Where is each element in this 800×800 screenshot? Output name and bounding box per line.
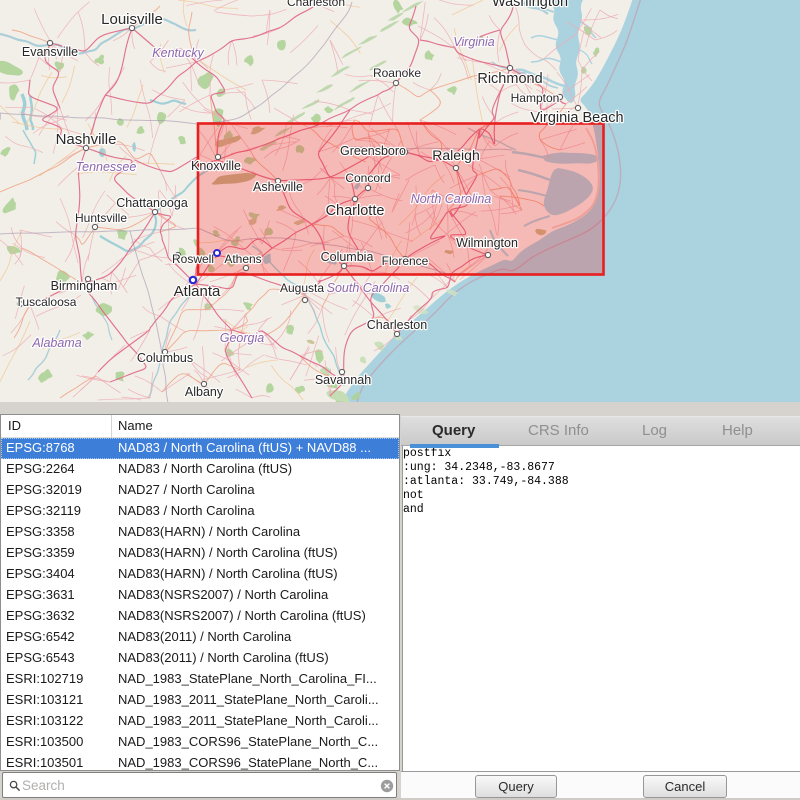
svg-text:Atlanta: Atlanta bbox=[174, 283, 221, 300]
svg-text:Birmingham: Birmingham bbox=[51, 279, 118, 293]
svg-text:Columbia: Columbia bbox=[321, 250, 374, 264]
svg-text:Virginia: Virginia bbox=[453, 35, 495, 49]
svg-text:Washington: Washington bbox=[492, 0, 568, 10]
svg-text:Huntsville: Huntsville bbox=[75, 211, 127, 225]
svg-text:Tennessee: Tennessee bbox=[76, 160, 137, 174]
svg-text:Louisville: Louisville bbox=[101, 11, 163, 28]
svg-text:Nashville: Nashville bbox=[56, 131, 117, 148]
svg-text:Wilmington: Wilmington bbox=[456, 236, 518, 250]
svg-text:Albany: Albany bbox=[185, 385, 224, 399]
svg-text:Roswell: Roswell bbox=[172, 252, 214, 266]
svg-text:Columbus: Columbus bbox=[137, 351, 193, 365]
svg-text:Tuscaloosa: Tuscaloosa bbox=[16, 295, 77, 309]
svg-text:Evansville: Evansville bbox=[22, 45, 78, 59]
svg-text:Knoxville: Knoxville bbox=[191, 159, 241, 173]
svg-text:Hampton: Hampton bbox=[511, 91, 560, 105]
svg-text:South Carolina: South Carolina bbox=[327, 281, 410, 295]
svg-text:Richmond: Richmond bbox=[477, 71, 542, 87]
svg-text:Augusta: Augusta bbox=[280, 281, 324, 295]
svg-text:Charleston: Charleston bbox=[287, 0, 345, 9]
svg-text:Charleston: Charleston bbox=[367, 318, 427, 332]
svg-text:Florence: Florence bbox=[382, 254, 429, 268]
svg-text:Concord: Concord bbox=[345, 171, 390, 185]
svg-text:Roanoke: Roanoke bbox=[373, 66, 421, 80]
svg-text:Kentucky: Kentucky bbox=[152, 46, 204, 60]
svg-text:Virginia Beach: Virginia Beach bbox=[530, 110, 623, 126]
svg-text:Charlotte: Charlotte bbox=[326, 203, 385, 219]
svg-text:Greensboro: Greensboro bbox=[340, 144, 406, 158]
svg-text:North Carolina: North Carolina bbox=[411, 192, 492, 206]
svg-text:Alabama: Alabama bbox=[31, 336, 81, 350]
svg-text:Athens: Athens bbox=[224, 252, 261, 266]
svg-text:Asheville: Asheville bbox=[253, 180, 303, 194]
svg-text:Chattanooga: Chattanooga bbox=[116, 196, 188, 210]
svg-text:Georgia: Georgia bbox=[220, 331, 265, 345]
svg-text:Raleigh: Raleigh bbox=[432, 147, 479, 163]
svg-text:Savannah: Savannah bbox=[315, 373, 371, 387]
